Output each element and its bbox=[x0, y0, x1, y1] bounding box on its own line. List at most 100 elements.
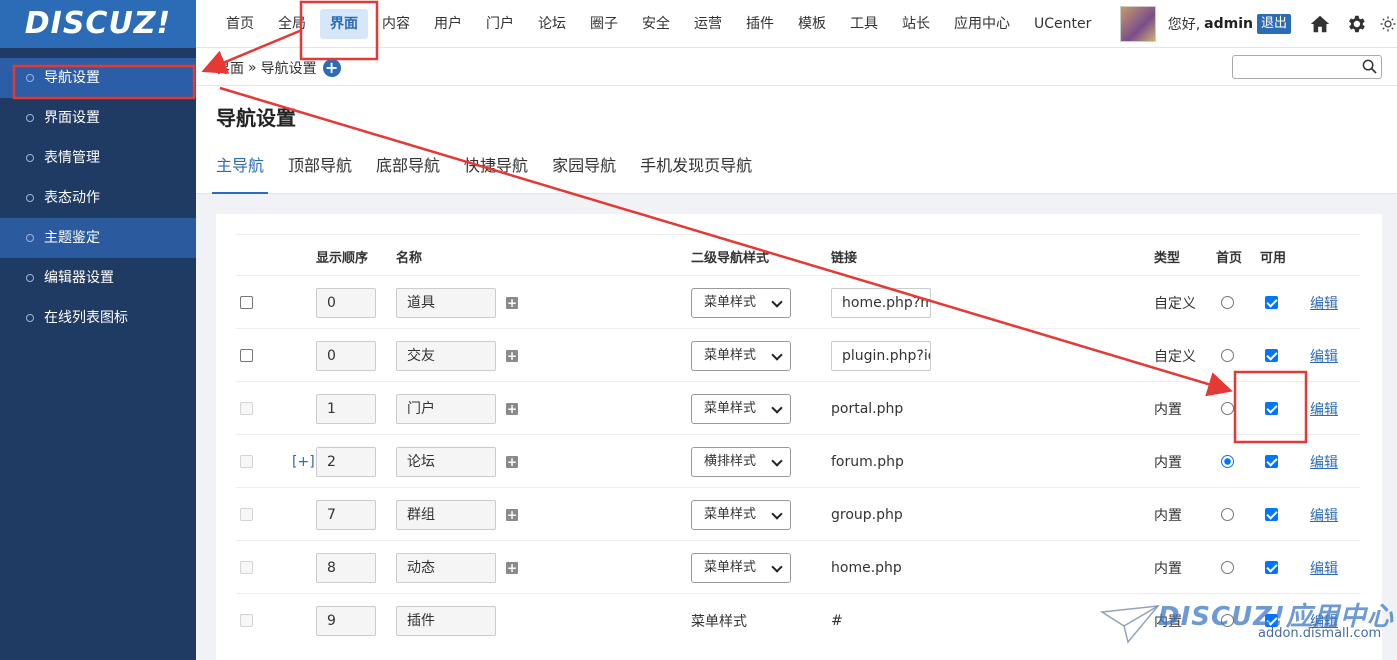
topnav-item[interactable]: 应用中心 bbox=[944, 9, 1020, 39]
discuz-logo[interactable]: DISCUZ! bbox=[0, 0, 196, 48]
topnav-item[interactable]: 内容 bbox=[372, 9, 420, 39]
enabled-cell bbox=[1265, 541, 1278, 594]
name-input[interactable]: 插件 bbox=[396, 605, 496, 636]
sidebar-item[interactable]: 编辑器设置 bbox=[0, 258, 196, 298]
add-subnav-icon[interactable]: + bbox=[506, 349, 518, 362]
add-subnav-icon[interactable]: + bbox=[506, 402, 518, 415]
link-input[interactable]: home.php?m bbox=[831, 287, 931, 318]
name-cell: 门户 bbox=[396, 382, 496, 435]
name-input[interactable]: 门户 bbox=[396, 393, 496, 424]
tab-item[interactable]: 家园导航 bbox=[552, 150, 616, 194]
add-shortcut-button[interactable]: + bbox=[322, 59, 341, 77]
topnav-item[interactable]: 安全 bbox=[632, 9, 680, 39]
name-input[interactable]: 论坛 bbox=[396, 446, 496, 477]
home-icon[interactable] bbox=[1307, 11, 1333, 37]
topnav-item[interactable]: UCenter bbox=[1024, 9, 1101, 39]
edit-link[interactable]: 编辑 bbox=[1310, 293, 1338, 313]
topnav-item[interactable]: 论坛 bbox=[528, 9, 576, 39]
type-cell: 内置 bbox=[1154, 541, 1182, 594]
order-input[interactable]: 0 bbox=[316, 340, 376, 371]
topnav-item[interactable]: 插件 bbox=[736, 9, 784, 39]
edit-link[interactable]: 编辑 bbox=[1310, 346, 1338, 366]
order-input[interactable]: 7 bbox=[316, 499, 376, 530]
breadcrumb-section[interactable]: 界面 bbox=[216, 58, 244, 78]
home-radio[interactable] bbox=[1221, 508, 1234, 521]
edit-link[interactable]: 编辑 bbox=[1310, 452, 1338, 472]
edit-link[interactable]: 编辑 bbox=[1310, 399, 1338, 419]
add-subnav-icon[interactable]: + bbox=[506, 296, 518, 309]
search-input[interactable] bbox=[1233, 56, 1353, 78]
link-input[interactable]: plugin.php?id bbox=[831, 340, 931, 371]
type-cell: 内置 bbox=[1154, 488, 1182, 541]
enabled-checkbox[interactable] bbox=[1265, 508, 1278, 521]
order-input[interactable]: 1 bbox=[316, 393, 376, 424]
home-radio[interactable] bbox=[1221, 296, 1234, 309]
type-cell: 内置 bbox=[1154, 382, 1182, 435]
tab-item[interactable]: 快捷导航 bbox=[464, 150, 528, 194]
substyle-select[interactable]: 菜单样式 bbox=[691, 393, 791, 424]
topnav-item[interactable]: 界面 bbox=[320, 9, 368, 39]
enabled-checkbox[interactable] bbox=[1265, 455, 1278, 468]
watermark: DISCUZ!应用中心 addon.dismall.com bbox=[1100, 596, 1393, 656]
tab-item[interactable]: 主导航 bbox=[211, 150, 269, 194]
enabled-checkbox[interactable] bbox=[1265, 561, 1278, 574]
order-input[interactable]: 0 bbox=[316, 287, 376, 318]
sidebar-item[interactable]: 导航设置 bbox=[0, 58, 196, 98]
edit-link[interactable]: 编辑 bbox=[1310, 558, 1338, 578]
home-radio[interactable] bbox=[1221, 561, 1234, 574]
topnav-item[interactable]: 圈子 bbox=[580, 9, 628, 39]
name-input[interactable]: 交友 bbox=[396, 340, 496, 371]
add-subnav-icon[interactable]: + bbox=[506, 561, 518, 574]
name-input[interactable]: 道具 bbox=[396, 287, 496, 318]
enabled-checkbox[interactable] bbox=[1265, 349, 1278, 362]
top-nav: 首页 全局 界面 内容 用户 门户 论坛 圈子 安全 运营 插件 模板 工具 站长 应用中心 UCenter bbox=[216, 0, 1105, 48]
delete-checkbox[interactable] bbox=[240, 296, 253, 309]
sidebar-item[interactable]: 表态动作 bbox=[0, 178, 196, 218]
tab-item[interactable]: 底部导航 bbox=[376, 150, 440, 194]
header-enabled: 可用 bbox=[1260, 251, 1287, 266]
home-radio[interactable] bbox=[1221, 402, 1234, 415]
add-subnav-icon[interactable]: + bbox=[506, 455, 518, 468]
link-text: forum.php bbox=[831, 453, 904, 470]
substyle-select[interactable]: 菜单样式 bbox=[691, 340, 791, 371]
topnav-item[interactable]: 站长 bbox=[892, 9, 940, 39]
topnav-item[interactable]: 用户 bbox=[424, 9, 472, 39]
brightness-icon[interactable] bbox=[1379, 11, 1397, 37]
sidebar-item[interactable]: 界面设置 bbox=[0, 98, 196, 138]
substyle-select[interactable]: 菜单样式 bbox=[691, 287, 791, 318]
substyle-select[interactable]: 菜单样式 bbox=[691, 552, 791, 583]
search-icon[interactable] bbox=[1362, 59, 1377, 78]
name-cell: 插件 bbox=[396, 594, 496, 647]
tab-item[interactable]: 手机发现页导航 bbox=[640, 150, 752, 194]
topnav-item[interactable]: 首页 bbox=[216, 9, 264, 39]
add-subnav-icon[interactable]: + bbox=[506, 508, 518, 521]
expand-toggle[interactable]: [+] bbox=[292, 454, 315, 470]
order-input[interactable]: 9 bbox=[316, 605, 376, 636]
logout-button[interactable]: 退出 bbox=[1256, 14, 1291, 34]
name-input[interactable]: 群组 bbox=[396, 499, 496, 530]
tab-item[interactable]: 顶部导航 bbox=[288, 150, 352, 194]
order-input[interactable]: 8 bbox=[316, 552, 376, 583]
topnav-item[interactable]: 门户 bbox=[476, 9, 524, 39]
enabled-checkbox[interactable] bbox=[1265, 296, 1278, 309]
gear-icon[interactable] bbox=[1343, 11, 1369, 37]
enabled-checkbox[interactable] bbox=[1265, 402, 1278, 415]
sidebar-item[interactable]: 表情管理 bbox=[0, 138, 196, 178]
edit-link[interactable]: 编辑 bbox=[1310, 505, 1338, 525]
topnav-item[interactable]: 全局 bbox=[268, 9, 316, 39]
sidebar-item[interactable]: 主题鉴定 bbox=[0, 218, 196, 258]
topnav-item[interactable]: 运营 bbox=[684, 9, 732, 39]
substyle-select[interactable]: 菜单样式 bbox=[691, 499, 791, 530]
page-header: 导航设置 主导航 顶部导航 底部导航 快捷导航 家园导航 手机发现页导航 bbox=[196, 86, 1397, 194]
home-radio[interactable] bbox=[1221, 349, 1234, 362]
order-input[interactable]: 2 bbox=[316, 446, 376, 477]
delete-checkbox[interactable] bbox=[240, 349, 253, 362]
sidebar-item[interactable]: 在线列表图标 bbox=[0, 298, 196, 338]
avatar[interactable] bbox=[1119, 6, 1156, 42]
home-radio[interactable] bbox=[1221, 455, 1234, 468]
topnav-item[interactable]: 工具 bbox=[840, 9, 888, 39]
name-input[interactable]: 动态 bbox=[396, 552, 496, 583]
link-cell: # bbox=[831, 594, 843, 647]
substyle-select[interactable]: 横排样式 bbox=[691, 446, 791, 477]
topnav-item[interactable]: 模板 bbox=[788, 9, 836, 39]
